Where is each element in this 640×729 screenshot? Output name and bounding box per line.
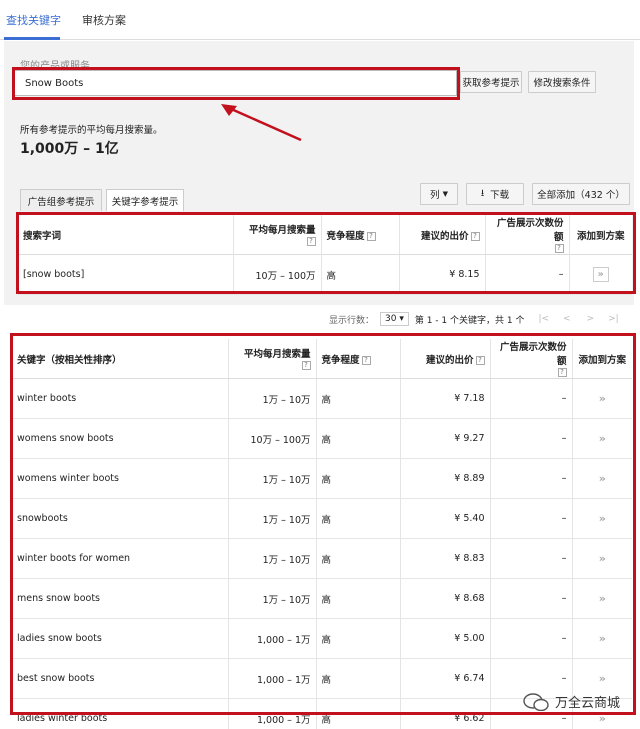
rows-label: 显示行数： xyxy=(329,315,375,326)
pagination-bar: 显示行数： 30 ▾ 第 1 - 1 个关键字，共 1 个 |< < > >| xyxy=(313,308,634,330)
download-label: 下载 xyxy=(490,190,510,201)
watermark: 万全云商城 xyxy=(523,692,620,711)
watermark-text: 万全云商城 xyxy=(554,696,620,711)
active-tab-indicator xyxy=(4,37,60,40)
wechat-icon xyxy=(523,692,549,711)
tab-adgroup-ideas[interactable]: 广告组参考提示 xyxy=(20,189,102,211)
next-page-icon[interactable]: > xyxy=(587,314,595,324)
highlight-box-input xyxy=(12,67,460,100)
avg-searches-label: 所有参考提示的平均每月搜索量。 xyxy=(20,125,163,136)
tab-find-keywords[interactable]: 查找关键字 xyxy=(6,12,61,28)
annotation-arrow xyxy=(221,104,302,142)
last-page-icon[interactable]: >| xyxy=(608,314,619,324)
download-button[interactable]: ⭳ 下载 xyxy=(466,183,524,205)
rows-select[interactable]: 30 ▾ xyxy=(380,312,409,326)
first-page-icon[interactable]: |< xyxy=(538,314,549,324)
pagination-info: 第 1 - 1 个关键字，共 1 个 xyxy=(414,315,525,326)
columns-label: 列 xyxy=(430,190,440,201)
highlight-box-keyword-table xyxy=(10,333,636,715)
top-tab-bar: 查找关键字 审核方案 xyxy=(0,0,640,40)
avg-searches-value: 1,000万 – 1亿 xyxy=(20,141,119,157)
caret-down-icon: ▼ xyxy=(442,190,448,198)
get-ideas-button[interactable]: 获取参考提示 xyxy=(460,71,522,93)
modify-search-button[interactable]: 修改搜索条件 xyxy=(528,71,596,93)
add-all-button[interactable]: 全部添加（432 个） xyxy=(532,183,630,205)
download-icon: ⭳ xyxy=(480,188,485,199)
highlight-box-search-table xyxy=(16,212,636,294)
prev-page-icon[interactable]: < xyxy=(563,314,571,324)
tab-keyword-ideas[interactable]: 关键字参考提示 xyxy=(106,189,184,211)
columns-button[interactable]: 列 ▼ xyxy=(420,183,458,205)
tab-review-plan[interactable]: 审核方案 xyxy=(82,12,126,28)
